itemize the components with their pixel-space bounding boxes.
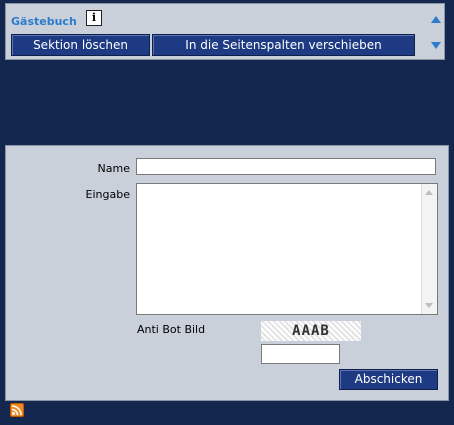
section-header: Gästebuch i Sektion löschen In die Seite… [5, 3, 445, 60]
move-to-sidebar-button[interactable]: In die Seitenspalten verschieben [152, 34, 415, 56]
scroll-down-icon[interactable] [425, 303, 433, 308]
rss-icon[interactable] [10, 403, 24, 417]
captcha-field[interactable] [261, 344, 340, 364]
name-field[interactable] [136, 158, 436, 175]
info-icon[interactable]: i [86, 10, 102, 26]
move-up-icon[interactable] [431, 16, 441, 23]
guestbook-form: Name Eingabe Anti Bot Bild AAAB Abschick… [5, 145, 449, 401]
entry-label: Eingabe [85, 188, 130, 201]
scroll-up-icon[interactable] [425, 190, 433, 195]
textarea-scrollbar[interactable] [421, 184, 437, 314]
section-title: Gästebuch [11, 15, 77, 28]
captcha-image: AAAB [261, 321, 361, 341]
name-label: Name [97, 162, 130, 175]
antibot-label: Anti Bot Bild [137, 323, 206, 336]
entry-textarea[interactable] [136, 183, 438, 315]
move-down-icon[interactable] [431, 42, 441, 49]
delete-section-button[interactable]: Sektion löschen [11, 34, 150, 56]
submit-button[interactable]: Abschicken [339, 369, 438, 390]
